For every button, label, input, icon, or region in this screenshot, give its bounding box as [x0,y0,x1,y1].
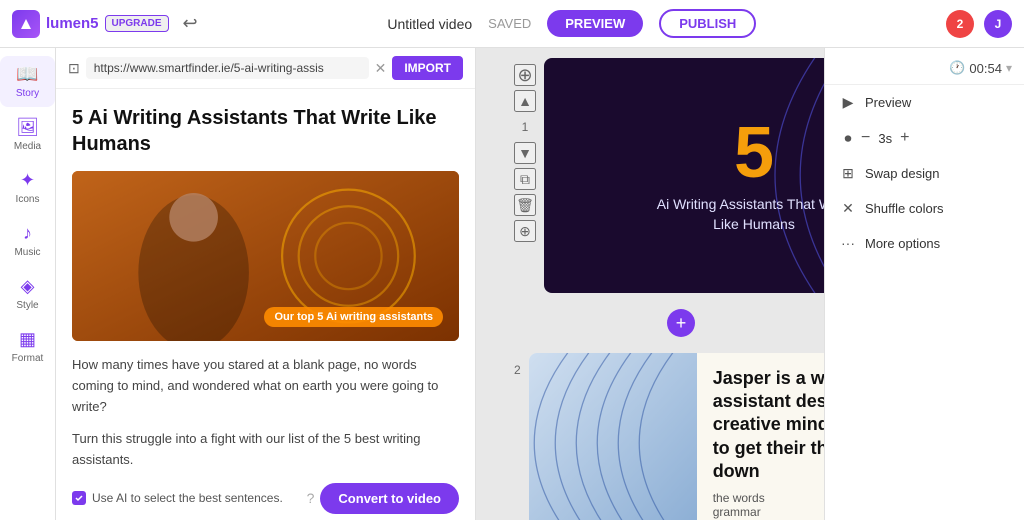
center-area: ⊕ ▲ 1 ▼ ⧉ 🗑 ⊕ [476,48,824,520]
slide2-subtitle-1: the words [713,491,824,505]
add-scene-button[interactable]: ⊕ [514,64,536,86]
article-body-2: Turn this struggle into a fight with our… [72,429,459,471]
duration-minus-button[interactable]: − [861,129,870,147]
more-options-icon: ··· [839,235,857,251]
preview-button[interactable]: PREVIEW [547,10,643,37]
format-icon: ▦ [19,329,36,350]
slide-1-visual: 5 Ai Writing Assistants That WriteLike H… [544,58,824,293]
sidebar: 📖 Story 🖼 Media ✦ Icons ♪ Music ◈ Style … [0,48,56,520]
article-content: 5 Ai Writing Assistants That Write Like … [56,89,475,520]
time-value: 00:54 [969,61,1002,76]
logo-text: lumen5 [46,15,99,32]
shuffle-colors-option[interactable]: ✕ Shuffle colors [825,191,1024,226]
ai-checkbox-row: Use AI to select the best sentences. ? C… [72,483,459,514]
slide-2-visual: Jasper is a writing assistant designed f… [529,353,824,520]
duration-plus-button[interactable]: + [900,129,909,147]
duration-value: 3s [878,131,892,146]
chevron-up-icon[interactable]: ▲ [514,90,536,112]
preview-option[interactable]: ▶ Preview [825,85,1024,120]
shuffle-icon: ✕ [839,200,857,217]
url-bar: ⊡ ✕ IMPORT [56,48,475,89]
chevron-down-icon[interactable]: ▼ [514,142,536,164]
preview-label: Preview [865,95,911,110]
import-button[interactable]: IMPORT [392,56,463,80]
publish-button[interactable]: PUBLISH [659,9,756,38]
article-title: 5 Ai Writing Assistants That Write Like … [72,105,459,157]
slide-1-number: 1 [522,120,529,134]
slide-2-number: 2 [514,363,521,377]
topbar-center: Untitled video SAVED PREVIEW PUBLISH [208,9,936,38]
help-icon[interactable]: ? [307,490,315,506]
icons-icon: ✦ [20,170,35,191]
sidebar-label-story: Story [16,88,39,99]
sidebar-item-story[interactable]: 📖 Story [0,56,55,107]
slide-2-card[interactable]: Jasper is a writing assistant designed f… [529,353,824,520]
url-icon: ⊡ [68,60,80,77]
music-icon: ♪ [23,223,32,244]
sidebar-label-music: Music [14,247,40,258]
upgrade-button[interactable]: UPGRADE [105,15,169,32]
slide2-subtitle-2: grammar [713,505,824,519]
convert-to-video-button[interactable]: Convert to video [320,483,459,514]
sidebar-item-style[interactable]: ◈ Style [0,268,55,319]
add-after-button[interactable]: ⊕ [514,220,536,242]
clock-icon: 🕐 [949,60,965,76]
more-options-option[interactable]: ··· More options [825,226,1024,260]
media-icon: 🖼 [16,117,39,138]
sidebar-label-media: Media [14,141,41,152]
slide2-lines-svg [529,353,697,520]
shuffle-colors-label: Shuffle colors [865,201,944,216]
swap-design-option[interactable]: ⊞ Swap design [825,156,1024,191]
checkmark-icon [74,493,84,503]
image-overlay-text: Our top 5 Ai writing assistants [264,307,443,327]
url-input[interactable] [86,57,369,79]
content-panel: ⊡ ✕ IMPORT 5 Ai Writing Assistants That … [56,48,476,520]
ai-checkbox[interactable] [72,491,86,505]
record-icon: ⏺ [839,130,857,147]
sidebar-label-icons: Icons [16,194,40,205]
duplicate-slide-button[interactable]: ⧉ [514,168,536,190]
delete-slide-button[interactable]: 🗑 [514,194,536,216]
right-panel: 🕐 00:54 ▾ ▶ Preview ⏺ − 3s + ⊞ Swap desi… [824,48,1024,520]
url-clear-icon[interactable]: ✕ [375,60,387,77]
add-slide-between: + [506,305,824,341]
article-image: Our top 5 Ai writing assistants [72,171,459,341]
time-row: 🕐 00:54 ▾ [825,56,1024,85]
slide-1-card[interactable]: 5 Ai Writing Assistants That WriteLike H… [544,58,824,293]
sidebar-item-icons[interactable]: ✦ Icons [0,162,55,213]
more-options-label: More options [865,236,940,251]
play-icon: ▶ [839,94,857,111]
slide1-big-number: 5 [657,117,824,189]
top-bar: lumen5 UPGRADE ↩ Untitled video SAVED PR… [0,0,1024,48]
sidebar-label-format: Format [12,353,44,364]
add-slide-button[interactable]: + [667,309,695,337]
notification-icon[interactable]: 2 [946,10,974,38]
slide2-left-panel [529,353,697,520]
sidebar-item-format[interactable]: ▦ Format [0,321,55,372]
article-body-1: How many times have you stared at a blan… [72,355,459,417]
slide2-right-panel: Jasper is a writing assistant designed f… [697,353,824,520]
swap-design-label: Swap design [865,166,939,181]
story-icon: 📖 [16,64,38,85]
video-title: Untitled video [387,16,472,32]
slide-1-row: ⊕ ▲ 1 ▼ ⧉ 🗑 ⊕ [506,58,824,293]
time-chevron-icon[interactable]: ▾ [1006,61,1012,75]
sidebar-item-media[interactable]: 🖼 Media [0,109,55,160]
sidebar-label-style: Style [16,300,38,311]
ai-checkbox-label: Use AI to select the best sentences. [92,491,301,505]
avatar[interactable]: J [984,10,1012,38]
saved-badge: SAVED [488,16,531,31]
sidebar-item-music[interactable]: ♪ Music [0,215,55,266]
duration-option: ⏺ − 3s + [825,120,1024,156]
main-layout: 📖 Story 🖼 Media ✦ Icons ♪ Music ◈ Style … [0,48,1024,520]
logo-icon [12,10,40,38]
slide1-content: 5 Ai Writing Assistants That WriteLike H… [657,117,824,234]
back-button[interactable]: ↩ [183,13,198,34]
logo: lumen5 UPGRADE [12,10,169,38]
style-icon: ◈ [21,276,35,297]
slide1-subtitle: Ai Writing Assistants That WriteLike Hum… [657,195,824,234]
slide2-title: Jasper is a writing assistant designed f… [713,367,824,484]
swap-icon: ⊞ [839,165,857,182]
slide-2-row: 2 [506,353,824,520]
